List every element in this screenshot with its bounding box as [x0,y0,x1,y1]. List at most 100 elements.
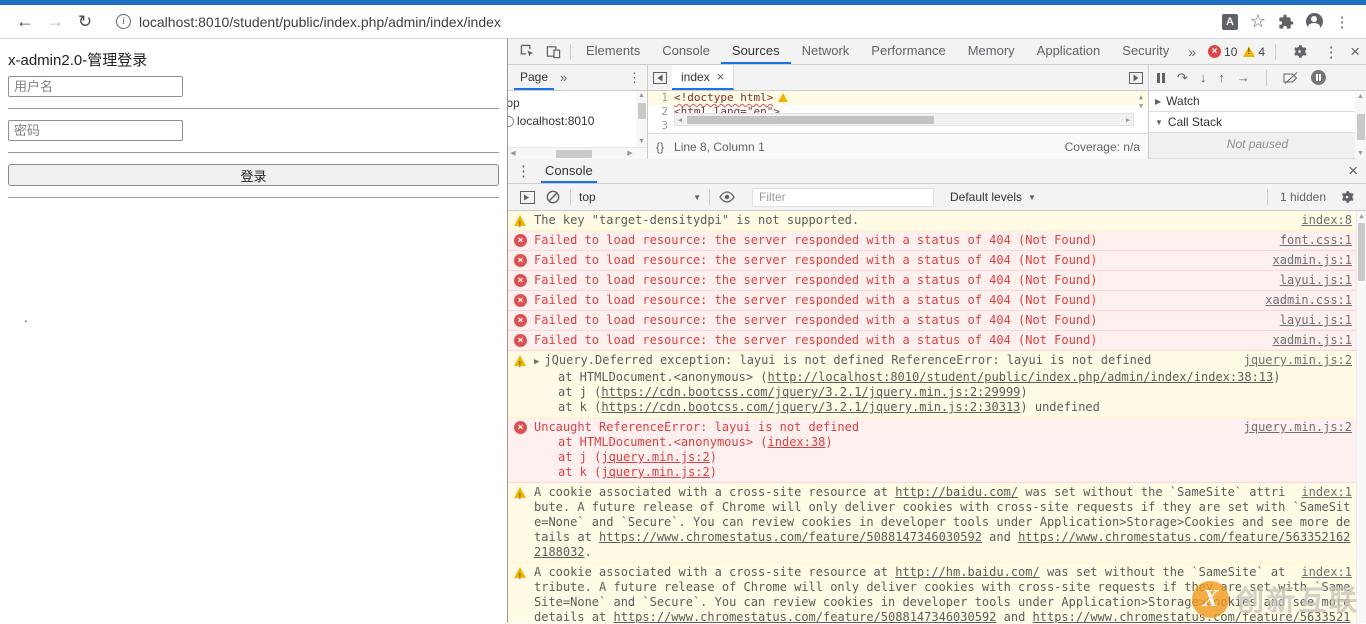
settings-gear-icon[interactable] [1286,40,1312,64]
more-tabs-icon[interactable]: » [1180,44,1204,60]
editor-tab-index[interactable]: index × [672,65,734,90]
tree-item-1[interactable]: localhost:8010 [508,112,647,130]
scrollbar-thumb[interactable] [687,116,934,124]
inspect-element-icon[interactable] [514,40,540,64]
scroll-down-icon[interactable]: ▼ [636,137,647,147]
devtools-tab-network[interactable]: Network [791,39,861,64]
source-link[interactable]: font.css:1 [1280,233,1352,248]
navigator-more-tabs-icon[interactable]: » [554,70,573,85]
console-link[interactable]: https://www.chromestatus.com/feature/508… [599,530,982,544]
show-debugger-icon[interactable] [1124,72,1148,84]
source-link[interactable]: layui.js:1 [1280,313,1352,328]
tab-console-drawer[interactable]: Console [541,159,597,183]
extensions-puzzle-icon[interactable] [1272,14,1300,30]
devtools-tab-console[interactable]: Console [651,39,721,64]
console-link[interactable]: index:38 [768,435,826,449]
console-link[interactable]: http://localhost:8010/student/public/ind… [768,370,1274,384]
navigator-horizontal-scrollbar[interactable]: ◀ ▶ [508,147,647,159]
source-link[interactable]: index:8 [1301,213,1352,228]
forward-button[interactable]: → [40,11,70,32]
scroll-up-icon[interactable]: ▲ [1139,93,1143,101]
console-link[interactable]: http://baidu.com/ [895,485,1018,499]
scroll-left-icon[interactable]: ◀ [508,148,518,159]
scroll-up-icon[interactable]: ▲ [1355,92,1366,102]
scrollbar-thumb[interactable] [638,103,646,119]
expand-arrow-icon[interactable]: ▶ [534,357,539,367]
console-filter-input[interactable] [752,188,934,207]
pretty-print-icon[interactable]: {} [656,140,664,154]
scrollbar-thumb[interactable] [556,150,592,158]
devtools-menu-icon[interactable]: ⋮ [1318,40,1344,64]
tree-item-0[interactable]: top [508,94,647,112]
drawer-menu-icon[interactable]: ⋮ [516,162,531,180]
error-count-badge[interactable]: ×10 [1208,45,1237,59]
deactivate-breakpoints-icon[interactable] [1283,72,1299,84]
step-over-icon[interactable]: ↷ [1177,70,1188,86]
watch-section[interactable]: ▶ Watch [1149,91,1366,112]
drawer-close-icon[interactable]: × [1348,161,1358,181]
console-link[interactable]: http://hm.baidu.com/ [895,565,1040,579]
source-link[interactable]: xadmin.css:1 [1265,293,1352,308]
live-expression-eye-icon[interactable] [714,185,740,209]
source-link[interactable]: xadmin.js:1 [1273,253,1352,268]
scroll-up-icon[interactable]: ▲ [1357,211,1366,221]
password-input[interactable] [8,120,183,141]
devtools-tab-security[interactable]: Security [1111,39,1180,64]
console-vertical-scrollbar[interactable]: ▲ [1356,211,1366,623]
clear-console-icon[interactable] [540,185,566,209]
devtools-tab-performance[interactable]: Performance [860,39,956,64]
console-sidebar-icon[interactable] [514,185,540,209]
console-link[interactable]: https://cdn.bootcss.com/jquery/3.2.1/jqu… [601,400,1020,414]
scroll-right-icon[interactable]: ▶ [625,148,635,159]
scrollbar-thumb[interactable] [1357,114,1365,140]
code-editor[interactable]: 1<!doctype html>2<html lang="en">3 ◀ ▶ ▲… [648,91,1148,133]
scroll-up-icon[interactable]: ▲ [636,91,647,101]
devtools-tab-sources[interactable]: Sources [721,39,791,64]
bookmark-star-icon[interactable]: ☆ [1244,11,1272,32]
source-link[interactable]: xadmin.js:1 [1273,333,1352,348]
devtools-tab-application[interactable]: Application [1026,39,1112,64]
console-link[interactable]: https://cdn.bootcss.com/jquery/3.2.1/jqu… [601,385,1020,399]
navigator-vertical-scrollbar[interactable]: ▲ ▼ [636,91,647,147]
scroll-left-icon[interactable]: ◀ [675,114,685,126]
console-link[interactable]: jquery.min.js:2 [601,465,709,479]
scrollbar-thumb[interactable] [1358,223,1365,281]
navigator-menu-icon[interactable]: ⋮ [628,70,641,86]
scroll-down-icon[interactable]: ▼ [1355,149,1366,159]
console-link[interactable]: jquery.min.js:2 [601,450,709,464]
scroll-down-icon[interactable]: ▼ [1139,102,1143,110]
source-link[interactable]: layui.js:1 [1280,273,1352,288]
reload-button[interactable]: ↻ [70,12,100,32]
address-bar[interactable]: i localhost:8010/student/public/index.ph… [108,8,1208,36]
device-toolbar-icon[interactable] [540,40,566,64]
scroll-right-icon[interactable]: ▶ [1123,114,1133,126]
source-link[interactable]: index:1 [1301,565,1352,580]
source-link[interactable]: jquery.min.js:2 [1244,353,1352,368]
call-stack-section[interactable]: ▼ Call Stack [1149,112,1366,133]
login-button[interactable]: 登录 [8,164,499,186]
back-button[interactable]: ← [10,11,40,32]
console-link[interactable]: https://www.chromestatus.com/feature/508… [613,610,996,623]
warning-count-badge[interactable]: 4 [1243,45,1265,59]
hide-navigator-icon[interactable] [648,72,672,84]
devtools-close-icon[interactable]: × [1350,42,1360,62]
step-into-icon[interactable]: ↓ [1200,70,1207,85]
devtools-tab-memory[interactable]: Memory [957,39,1026,64]
pause-on-exceptions-icon[interactable] [1311,70,1326,85]
devtools-tab-elements[interactable]: Elements [575,39,651,64]
translate-icon[interactable]: A [1216,14,1244,30]
source-link[interactable]: jquery.min.js:2 [1244,420,1352,435]
source-link[interactable]: index:1 [1301,485,1352,500]
editor-vertical-scrollbar[interactable]: ▲ ▼ [1135,93,1147,111]
log-levels-selector[interactable]: Default levels ▼ [950,190,1036,204]
editor-horizontal-scrollbar[interactable]: ◀ ▶ [674,113,1134,126]
tab-close-icon[interactable]: × [717,69,725,84]
context-selector[interactable]: top ▼ [575,190,705,204]
step-icon[interactable]: → [1237,70,1250,85]
step-out-icon[interactable]: ↑ [1218,70,1225,85]
console-settings-icon[interactable] [1334,185,1360,209]
username-input[interactable] [8,76,183,97]
tab-page[interactable]: Page [514,65,554,90]
pause-script-icon[interactable] [1157,73,1165,83]
debugger-vertical-scrollbar[interactable]: ▲ ▼ [1355,92,1366,159]
